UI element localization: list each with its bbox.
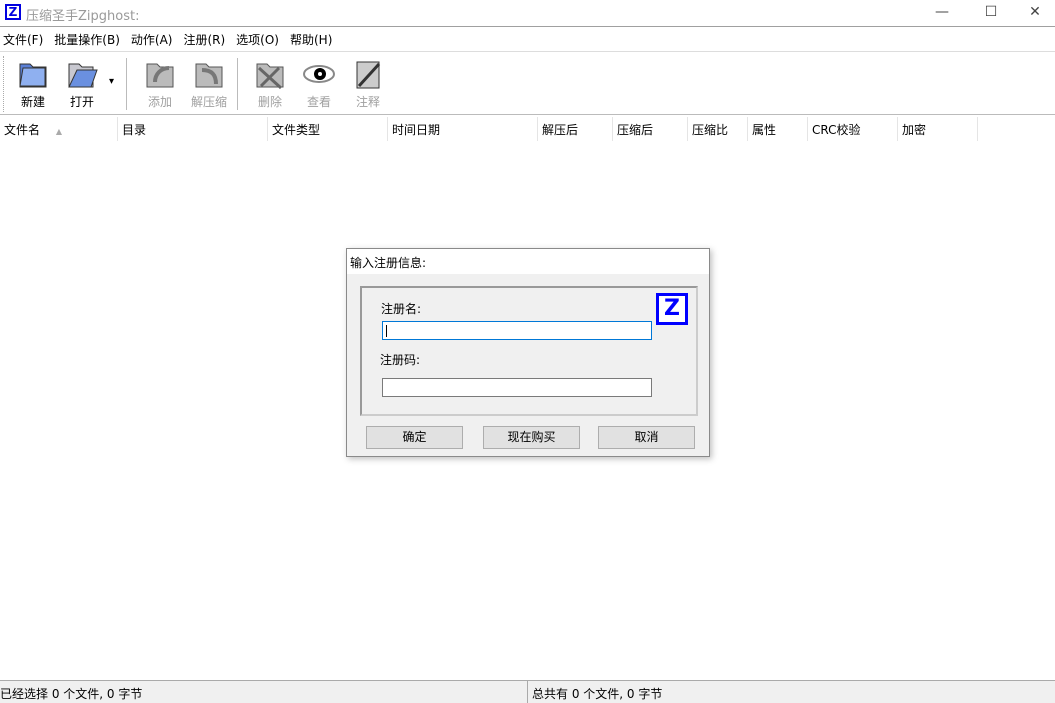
registration-name-input[interactable] <box>382 321 652 340</box>
comment-button[interactable]: 注释 <box>346 58 390 110</box>
menu-file[interactable]: 文件(F) <box>0 28 49 50</box>
registration-group: 注册名: 注册码: Z <box>360 286 698 416</box>
delete-button[interactable]: 删除 <box>248 58 292 110</box>
column-filetype[interactable]: 文件类型 <box>268 117 388 141</box>
maximize-button[interactable]: ☐ <box>968 0 1014 26</box>
status-selected: 已经选择 0 个文件, 0 字节 <box>0 687 143 701</box>
menu-bar: 文件(F) 批量操作(B) 动作(A) 注册(R) 选项(O) 帮助(H) <box>0 28 1055 50</box>
registration-dialog: 输入注册信息: 注册名: 注册码: Z 确定 现在购买 取消 <box>346 248 710 457</box>
status-divider <box>527 681 528 703</box>
menu-batch[interactable]: 批量操作(B) <box>51 28 126 50</box>
eye-icon <box>303 65 335 83</box>
folder-new-icon <box>19 63 47 88</box>
new-button[interactable]: 新建 <box>11 58 55 110</box>
dialog-title: 输入注册信息: <box>347 249 709 274</box>
app-logo-icon: Z <box>5 4 21 20</box>
toolbar: 新建 打开 ▾ 添加 解压缩 删除 查看 注释 <box>0 51 1055 115</box>
column-uncompressed[interactable]: 解压后 <box>538 117 613 141</box>
open-button[interactable]: 打开 <box>60 58 104 110</box>
notepad-pen-icon <box>356 61 381 89</box>
toolbar-separator <box>126 58 127 110</box>
open-dropdown-arrow-icon[interactable]: ▾ <box>109 76 114 87</box>
column-compressed[interactable]: 压缩后 <box>613 117 688 141</box>
status-bar: 已经选择 0 个文件, 0 字节 总共有 0 个文件, 0 字节 <box>0 680 1055 703</box>
column-attributes[interactable]: 属性 <box>748 117 808 141</box>
title-bar: Z 压缩圣手Zipghost: — ☐ ✕ <box>0 0 1055 27</box>
sort-ascending-icon: ▲ <box>55 127 62 136</box>
menu-action[interactable]: 动作(A) <box>128 28 179 50</box>
folder-extract-icon <box>195 63 223 88</box>
menu-options[interactable]: 选项(O) <box>233 28 285 50</box>
name-label: 注册名: <box>381 302 422 316</box>
close-button[interactable]: ✕ <box>1012 0 1055 26</box>
toolbar-separator <box>237 58 238 110</box>
file-list-header: 文件名 ▲ 目录 文件类型 时间日期 解压后 压缩后 压缩比 属性 CRC校验 … <box>0 117 1055 141</box>
status-total: 总共有 0 个文件, 0 字节 <box>532 687 663 701</box>
code-label: 注册码: <box>380 353 421 367</box>
column-crc[interactable]: CRC校验 <box>808 117 898 141</box>
zipghost-logo-icon: Z <box>656 293 688 325</box>
column-ratio[interactable]: 压缩比 <box>688 117 748 141</box>
cancel-button[interactable]: 取消 <box>598 426 695 449</box>
menu-register[interactable]: 注册(R) <box>180 28 231 50</box>
folder-add-icon <box>146 63 174 88</box>
column-datetime[interactable]: 时间日期 <box>388 117 538 141</box>
toolbar-grip[interactable] <box>3 56 6 112</box>
column-filename[interactable]: 文件名 ▲ <box>0 117 118 141</box>
column-encrypted[interactable]: 加密 <box>898 117 978 141</box>
minimize-button[interactable]: — <box>919 0 965 26</box>
add-button[interactable]: 添加 <box>138 58 182 110</box>
folder-open-icon <box>68 63 98 88</box>
extract-button[interactable]: 解压缩 <box>187 58 231 110</box>
buy-now-button[interactable]: 现在购买 <box>483 426 580 449</box>
menu-help[interactable]: 帮助(H) <box>287 28 338 50</box>
text-caret <box>386 325 387 337</box>
column-directory[interactable]: 目录 <box>118 117 268 141</box>
folder-delete-icon <box>256 63 284 90</box>
view-button[interactable]: 查看 <box>297 58 341 110</box>
registration-code-input[interactable] <box>382 378 652 397</box>
ok-button[interactable]: 确定 <box>366 426 463 449</box>
window-title: 压缩圣手Zipghost: <box>26 9 140 24</box>
